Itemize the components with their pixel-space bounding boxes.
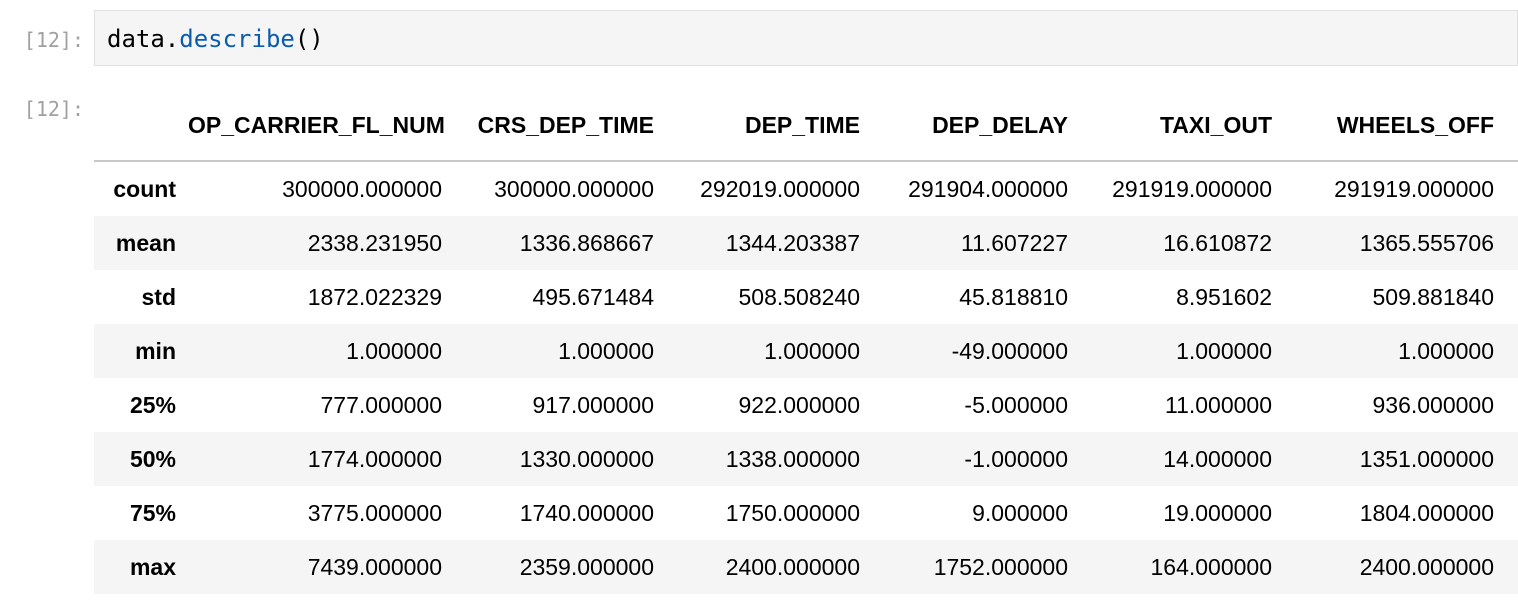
row-label: mean <box>115 229 176 256</box>
code-call: () <box>294 25 324 53</box>
column-header: TAXI_OUT <box>1092 90 1296 162</box>
table-cell: -5.000000 <box>964 391 1068 418</box>
table-row: min 1.000000 1.000000 1.000000 -49.000000 1.0… <box>94 324 1518 378</box>
table-row: mean 2338.231950 1336.868667 1344.203387 11.… <box>94 216 1518 270</box>
table-cell: 164.000000 <box>1150 553 1272 580</box>
input-prompt: [12]: <box>23 28 84 52</box>
index-header <box>94 90 188 162</box>
table-cell: 300000.000000 <box>282 175 442 202</box>
row-label: std <box>141 283 177 310</box>
table-cell: 291904.000000 <box>908 175 1068 202</box>
output-prompt: [12]: <box>23 97 84 121</box>
row-label: count <box>113 175 176 202</box>
table-row: max 7439.000000 2359.000000 2400.000000 1752… <box>94 540 1518 594</box>
table-cell: 1774.000000 <box>307 445 442 472</box>
table-cell: 1740.000000 <box>519 499 654 526</box>
table-row: 25% 777.000000 917.000000 922.000000 -5.0000… <box>94 378 1518 432</box>
code-cell[interactable]: data.describe() <box>94 10 1518 66</box>
column-header: CRS_DEP_TIME <box>466 90 678 162</box>
output-area: OP_CARRIER_FL_NUM CRS_DEP_TIME DEP_TIME … <box>94 90 1518 594</box>
table-cell: 8.951602 <box>1176 283 1272 310</box>
table-cell: 16.610872 <box>1163 229 1272 256</box>
table-cell: 917.000000 <box>532 391 654 418</box>
code-object: data <box>107 25 165 53</box>
table-cell: 2400.000000 <box>1359 553 1494 580</box>
table-cell: 19.000000 <box>1163 499 1272 526</box>
table-cell: 495.671484 <box>532 283 654 310</box>
table-cell: 2359.000000 <box>519 553 654 580</box>
table-cell: 777.000000 <box>320 391 442 418</box>
table-cell: 509.881840 <box>1372 283 1494 310</box>
table-cell: 922.000000 <box>738 391 860 418</box>
row-label: min <box>135 337 176 364</box>
table-cell: 11.607227 <box>960 229 1068 256</box>
table-cell: 14.000000 <box>1163 445 1272 472</box>
table-cell: 291919.000000 <box>1112 175 1272 202</box>
column-header: DEP_TIME <box>678 90 884 162</box>
table-cell: 1.000000 <box>346 337 442 364</box>
table-row: std 1872.022329 495.671484 508.508240 45.818… <box>94 270 1518 324</box>
table-cell: 291919.000000 <box>1334 175 1494 202</box>
code-editor[interactable]: data.describe() <box>107 25 324 53</box>
table-cell: 1344.203387 <box>725 229 860 256</box>
table-cell: 1750.000000 <box>725 499 860 526</box>
table-row: 75% 3775.000000 1740.000000 1750.000000 9.00… <box>94 486 1518 540</box>
table-cell: 11.000000 <box>1164 391 1272 418</box>
column-header: WHEELS_OFF <box>1296 90 1518 162</box>
table-cell: 292019.000000 <box>700 175 860 202</box>
table-cell: 1365.555706 <box>1359 229 1494 256</box>
table-body: count 300000.000000 300000.000000 292019.00… <box>94 161 1518 594</box>
table-cell: 1330.000000 <box>519 445 654 472</box>
table-cell: 1338.000000 <box>725 445 860 472</box>
table-row: count 300000.000000 300000.000000 292019.00… <box>94 161 1518 216</box>
table-cell: 1.000000 <box>558 337 654 364</box>
table-cell: 1752.000000 <box>933 553 1068 580</box>
table-cell: 2338.231950 <box>307 229 442 256</box>
table-cell: 2400.000000 <box>725 553 860 580</box>
table-cell: 9.000000 <box>972 499 1068 526</box>
column-header: OP_CARRIER_FL_NUM <box>188 90 466 162</box>
table-cell: 1336.868667 <box>519 229 654 256</box>
table-cell: -49.000000 <box>951 337 1068 364</box>
table-cell: 3775.000000 <box>307 499 442 526</box>
code-method: describe <box>179 25 295 53</box>
describe-table: OP_CARRIER_FL_NUM CRS_DEP_TIME DEP_TIME … <box>94 90 1518 594</box>
code-dot: . <box>164 25 180 53</box>
table-cell: 1351.000000 <box>1359 445 1494 472</box>
table-cell: 300000.000000 <box>494 175 654 202</box>
row-label: 25% <box>129 391 176 418</box>
row-label: 50% <box>129 445 176 472</box>
table-cell: 1.000000 <box>1398 337 1494 364</box>
table-row: 50% 1774.000000 1330.000000 1338.000000 -1.0… <box>94 432 1518 486</box>
table-cell: -1.000000 <box>964 445 1068 472</box>
table-cell: 936.000000 <box>1372 391 1494 418</box>
row-label: 75% <box>129 499 176 526</box>
header-row: OP_CARRIER_FL_NUM CRS_DEP_TIME DEP_TIME … <box>94 90 1518 162</box>
row-label: max <box>129 553 176 580</box>
table-cell: 1.000000 <box>1176 337 1272 364</box>
table-cell: 45.818810 <box>959 283 1068 310</box>
table-cell: 7439.000000 <box>307 553 442 580</box>
table-cell: 1.000000 <box>764 337 860 364</box>
column-header: DEP_DELAY <box>884 90 1092 162</box>
table-cell: 1804.000000 <box>1359 499 1494 526</box>
table-cell: 508.508240 <box>738 283 860 310</box>
table-cell: 1872.022329 <box>307 283 442 310</box>
